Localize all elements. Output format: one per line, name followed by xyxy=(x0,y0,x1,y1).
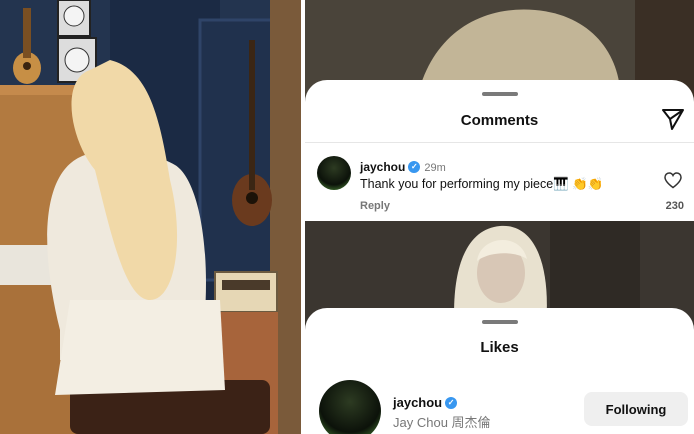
piano-scene-illustration xyxy=(0,0,301,434)
likes-title: Likes xyxy=(480,339,519,356)
following-button[interactable]: Following xyxy=(584,392,688,426)
send-icon[interactable] xyxy=(660,106,686,132)
like-full-name: Jay Chou 周杰倫 xyxy=(393,415,491,430)
verified-badge-icon: ✓ xyxy=(445,396,458,409)
comment-text: Thank you for performing my piece🎹 👏👏 xyxy=(360,177,604,191)
comments-sheet: Comments jaychou ✓ 29m Thank you for perfo… xyxy=(305,80,694,220)
piano-photo xyxy=(0,0,301,434)
comments-title: Comments xyxy=(460,112,539,129)
comment-like-count: 230 xyxy=(665,200,684,212)
likes-sheet: Likes jaychou ✓ Jay Chou 周杰倫 Following xyxy=(305,308,694,434)
drag-handle[interactable] xyxy=(481,320,518,324)
reply-button[interactable]: Reply xyxy=(360,200,390,212)
instagram-screenshots: Comments jaychou ✓ 29m Thank you for perfo… xyxy=(305,0,694,434)
comment-header: jaychou ✓ 29m xyxy=(360,158,446,176)
drag-handle[interactable] xyxy=(481,92,518,96)
like-username[interactable]: jaychou xyxy=(393,395,442,410)
comment-time: 29m xyxy=(424,162,446,174)
like-user-header: jaychou ✓ xyxy=(393,394,458,412)
verified-badge-icon: ✓ xyxy=(408,160,421,173)
avatar[interactable] xyxy=(317,156,351,190)
avatar[interactable] xyxy=(319,380,381,434)
heart-icon[interactable] xyxy=(664,172,682,189)
comment-username[interactable]: jaychou xyxy=(360,160,405,174)
comments-separator xyxy=(305,142,694,143)
